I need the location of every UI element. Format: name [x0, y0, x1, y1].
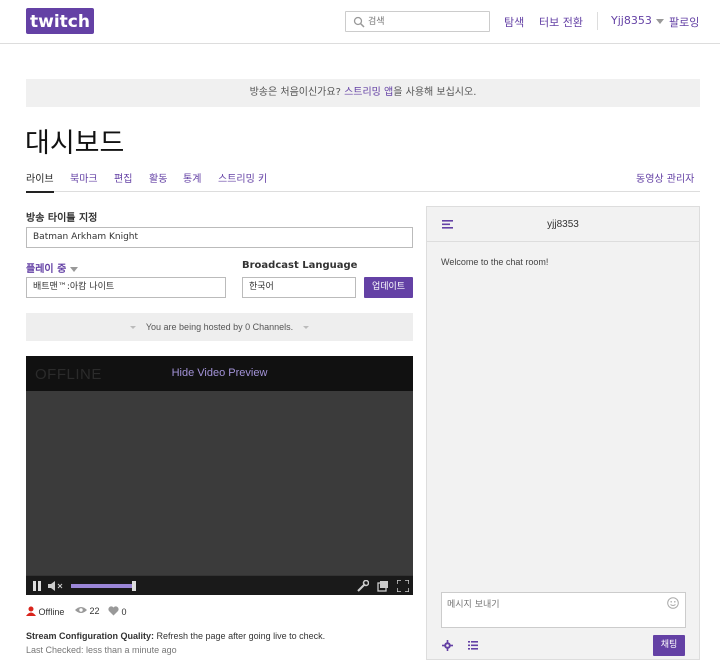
player-controls — [26, 575, 413, 595]
user-menu[interactable]: Yjj8353 — [611, 14, 664, 27]
video-top-bar: OFFLINE Hide Video Preview — [26, 356, 413, 391]
tab-stats[interactable]: 통계 — [183, 170, 201, 185]
hide-preview-link[interactable]: Hide Video Preview — [26, 367, 413, 379]
hosted-bar[interactable]: You are being hosted by 0 Channels. — [26, 313, 413, 341]
page-title: 대시보드 — [25, 128, 125, 159]
nav-following[interactable]: 팔로잉 — [669, 14, 699, 30]
volume-slider-handle[interactable] — [132, 581, 136, 591]
tab-edit[interactable]: 편집 — [114, 170, 132, 185]
chat-input[interactable] — [447, 597, 662, 623]
gear-icon[interactable] — [442, 640, 453, 651]
top-bar: twitch 탐색 터보 전환 Yjj8353 팔로잉 — [0, 0, 720, 44]
hosted-text: You are being hosted by 0 Channels. — [145, 322, 294, 332]
status-text: Offline — [38, 607, 65, 617]
game-input[interactable]: 배트맨™:아캄 나이트 — [26, 277, 226, 298]
list-icon[interactable] — [468, 641, 478, 650]
chat-header: yjj8353 — [427, 207, 699, 242]
wrench-icon[interactable] — [357, 580, 369, 592]
video-preview: OFFLINE Hide Video Preview — [26, 356, 413, 595]
chat-panel: yjj8353 Welcome to the chat room! 채팅 — [426, 206, 700, 660]
viewers-count: 22 — [89, 606, 100, 616]
viewers-stat: 22 — [75, 606, 100, 616]
volume-muted-icon[interactable] — [48, 581, 64, 591]
config-label: Stream Configuration Quality: — [26, 631, 155, 641]
tab-activity[interactable]: 활동 — [149, 170, 167, 185]
logo-text: twitch — [30, 12, 90, 32]
chat-send-button[interactable]: 채팅 — [653, 635, 685, 656]
pause-icon[interactable] — [32, 581, 42, 591]
search-box[interactable] — [345, 11, 490, 32]
status-stat: Offline — [26, 606, 64, 617]
nav-browse[interactable]: 탐색 — [504, 14, 524, 30]
chevron-down-icon — [70, 266, 79, 272]
config-text: Refresh the page after going live to che… — [154, 631, 326, 641]
volume-slider[interactable] — [71, 584, 135, 588]
twitch-logo[interactable]: twitch — [26, 8, 94, 34]
popout-icon[interactable] — [377, 580, 389, 592]
emoticon-icon[interactable] — [667, 597, 679, 609]
playing-dropdown[interactable]: 플레이 중 — [26, 260, 79, 275]
nav-turbo[interactable]: 터보 전환 — [539, 14, 583, 30]
tab-stream-key[interactable]: 스트리밍 키 — [218, 170, 267, 185]
chevron-down-icon — [129, 326, 136, 330]
eye-icon — [75, 607, 87, 613]
chat-welcome-message: Welcome to the chat room! — [441, 257, 549, 267]
user-name: Yjj8353 — [611, 14, 652, 27]
notice-banner: 방송은 처음이신가요? 스트리밍 앱을 사용해 보십시오. — [26, 79, 700, 107]
title-input[interactable]: Batman Arkham Knight — [26, 227, 413, 248]
search-icon — [353, 16, 365, 28]
notice-text-after: 을 사용해 보십시오. — [393, 87, 477, 98]
stream-config-quality: Stream Configuration Quality: Refresh th… — [26, 631, 325, 641]
user-icon — [26, 606, 36, 616]
chevron-down-icon — [303, 326, 310, 330]
followers-stat: 0 — [108, 606, 127, 617]
chevron-down-icon — [655, 18, 664, 24]
last-checked: Last Checked: less than a minute ago — [26, 645, 177, 655]
language-select[interactable]: 한국어 — [242, 277, 356, 298]
video-manager-link[interactable]: 동영상 관리자 — [636, 170, 694, 185]
title-label: 방송 타이틀 지정 — [26, 213, 98, 224]
chat-message-box[interactable] — [441, 592, 686, 628]
heart-icon — [108, 606, 119, 616]
search-input[interactable] — [368, 14, 486, 29]
streaming-app-link[interactable]: 스트리밍 앱 — [344, 87, 393, 98]
notice-text-before: 방송은 처음이신가요? — [249, 87, 345, 98]
update-button[interactable]: 업데이트 — [364, 277, 413, 298]
dashboard-tabs: 라이브 북마크 편집 활동 통계 스트리밍 키 동영상 관리자 — [26, 168, 700, 193]
fullscreen-icon[interactable] — [397, 580, 409, 592]
chat-channel-name: yjj8353 — [547, 219, 579, 230]
language-label: Broadcast Language — [242, 260, 358, 271]
tab-bookmarks[interactable]: 북마크 — [70, 170, 98, 185]
playing-label: 플레이 중 — [26, 264, 67, 275]
tab-live[interactable]: 라이브 — [26, 170, 54, 193]
followers-count: 0 — [121, 607, 127, 617]
nav-separator — [597, 12, 598, 30]
